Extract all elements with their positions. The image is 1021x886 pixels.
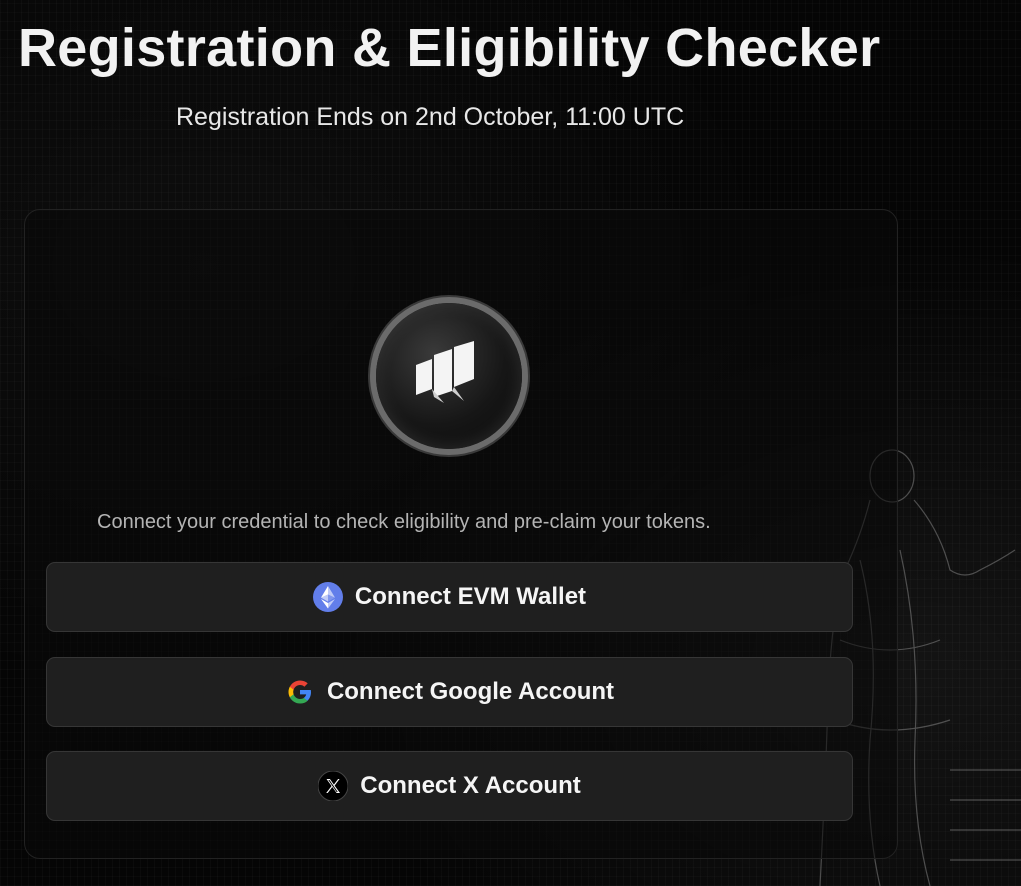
connect-x-account-button[interactable]: Connect X Account (46, 751, 853, 821)
connect-instructions: Connect your credential to check eligibi… (97, 511, 711, 533)
connect-google-account-label: Connect Google Account (326, 678, 615, 705)
connect-x-account-label: Connect X Account (360, 772, 581, 799)
ethereum-icon (312, 582, 343, 612)
connect-evm-wallet-label: Connect EVM Wallet (354, 583, 587, 610)
brand-logo-icon (376, 303, 522, 449)
connect-google-account-button[interactable]: Connect Google Account (46, 657, 853, 727)
page-title: Registration & Eligibility Checker (18, 18, 881, 78)
registration-deadline: Registration Ends on 2nd October, 11:00 … (176, 103, 685, 131)
google-icon (285, 677, 315, 707)
connect-evm-wallet-button[interactable]: Connect EVM Wallet (46, 562, 853, 632)
x-icon (318, 771, 349, 801)
page: Registration & Eligibility Checker Regis… (0, 0, 1021, 886)
